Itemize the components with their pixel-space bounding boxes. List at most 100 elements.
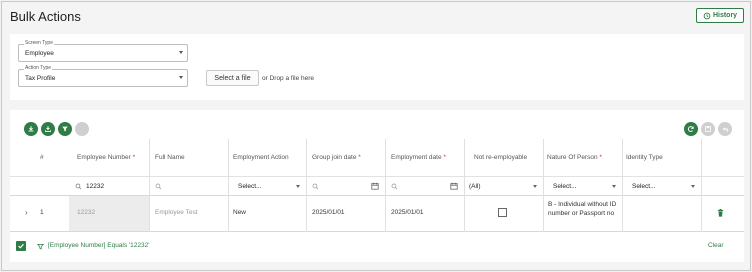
history-button[interactable]: History [696, 8, 744, 23]
calendar-icon[interactable] [371, 182, 379, 190]
column-header-employment-action[interactable]: Employment Action [233, 139, 289, 176]
calendar-icon[interactable] [450, 182, 458, 190]
column-divider [464, 139, 465, 232]
undo-icon [722, 127, 729, 132]
expand-row-icon[interactable]: › [25, 196, 28, 231]
column-label: Group join date [312, 154, 357, 161]
filter-enabled-checkbox[interactable] [16, 241, 26, 251]
row-index: 1 [40, 209, 44, 216]
column-divider [543, 139, 544, 232]
column-divider [306, 139, 307, 232]
full-name-filter[interactable] [149, 177, 228, 195]
column-header-index[interactable]: # [40, 139, 44, 176]
upload-panel: Screen Type Employee Action Type Tax Pro… [10, 34, 744, 100]
clear-filter-link[interactable]: Clear [708, 242, 724, 249]
save-icon [705, 126, 711, 132]
column-header-identity-type[interactable]: Identity Type [626, 139, 663, 176]
chevron-down-icon [533, 185, 537, 188]
search-icon [155, 183, 162, 189]
search-icon [75, 183, 82, 189]
column-header-nature-of-person[interactable]: Nature Of Person * [547, 139, 602, 176]
employee-number-filter-value: 12232 [86, 182, 105, 190]
employee-number-cell: 12232 [69, 196, 149, 231]
employment-date-filter[interactable] [385, 177, 464, 195]
delete-row-button[interactable] [700, 196, 740, 231]
required-marker: * [358, 154, 361, 161]
screen-type-select[interactable]: Screen Type Employee [18, 40, 188, 62]
nature-of-person-filter-value: Select... [553, 182, 577, 190]
required-marker: * [443, 154, 446, 161]
required-marker: * [132, 154, 136, 161]
employment-action-cell[interactable]: New [233, 196, 246, 231]
grid-filter-row: 12232 Select... (All) Select... Select..… [10, 177, 744, 196]
column-label: Employee Number [77, 154, 131, 161]
column-header-not-reemployable[interactable]: Not re-employable [474, 139, 527, 176]
nature-of-person-filter[interactable]: Select... [543, 177, 622, 195]
employment-action-filter[interactable]: Select... [228, 177, 306, 195]
search-icon [312, 183, 319, 189]
refresh-button[interactable] [684, 122, 698, 136]
chevron-down-icon [612, 185, 616, 188]
download-icon [28, 126, 34, 132]
filter-expression[interactable]: [Employee Number] Equals '12232' [48, 242, 149, 249]
save-button[interactable] [701, 122, 715, 136]
action-type-label: Action Type [24, 65, 53, 71]
history-icon [703, 12, 711, 19]
grid-toolbar-right [684, 122, 732, 136]
drop-zone-text[interactable]: or Drop a file here [262, 75, 314, 82]
refresh-icon [687, 126, 694, 132]
table-row[interactable]: › 1 12232 Employee Test New 2025/01/01 2… [10, 196, 744, 232]
chevron-down-icon [296, 185, 300, 188]
trash-icon [717, 209, 724, 217]
column-header-group-join-date[interactable]: Group join date * [312, 139, 361, 176]
chevron-down-icon [179, 76, 183, 79]
filter-button[interactable] [58, 122, 72, 136]
group-join-date-filter[interactable] [306, 177, 385, 195]
column-header-employment-date[interactable]: Employment date * [391, 139, 446, 176]
page-title: Bulk Actions [10, 9, 81, 24]
undo-button[interactable] [718, 122, 732, 136]
column-divider [228, 139, 229, 232]
column-divider [622, 139, 623, 232]
data-grid: # Employee Number * Full Name Employment… [10, 139, 744, 232]
download-button[interactable] [24, 122, 38, 136]
column-divider [701, 139, 702, 232]
checkmark-icon [18, 243, 24, 249]
identity-type-filter[interactable]: Select... [622, 177, 701, 195]
column-label: Employment date [391, 154, 442, 161]
group-join-date-cell[interactable]: 2025/01/01 [312, 196, 345, 231]
employment-action-filter-value: Select... [238, 182, 262, 190]
history-label: History [712, 12, 738, 19]
screen-type-value: Employee [25, 50, 54, 57]
full-name-cell: Employee Test [155, 209, 198, 216]
search-icon [391, 183, 398, 189]
employee-number-filter[interactable]: 12232 [69, 177, 149, 195]
page-header: Bulk Actions History [2, 2, 750, 34]
identity-type-filter-value: Select... [632, 182, 656, 190]
column-divider [149, 139, 150, 232]
filter-icon [62, 126, 68, 132]
chevron-down-icon [179, 51, 183, 54]
filter-summary-bar: [Employee Number] Equals '12232' Clear [2, 241, 736, 255]
disabled-button [75, 122, 89, 136]
required-marker: * [599, 154, 602, 161]
action-type-select[interactable]: Action Type Tax Profile [18, 65, 188, 87]
action-type-value: Tax Profile [25, 75, 56, 82]
nature-of-person-cell[interactable]: B - Individual without ID number or Pass… [548, 196, 618, 231]
not-reemployable-filter-value: (All) [469, 182, 481, 190]
not-reemployable-filter[interactable]: (All) [464, 177, 543, 195]
grid-toolbar-left [24, 122, 89, 136]
column-label: Nature Of Person [547, 154, 598, 161]
not-reemployable-checkbox[interactable] [498, 208, 507, 217]
download-alt-icon [45, 126, 51, 132]
select-file-button[interactable]: Select a file [206, 70, 259, 86]
column-header-full-name[interactable]: Full Name [155, 139, 185, 176]
grid-header-row: # Employee Number * Full Name Employment… [10, 139, 744, 177]
column-header-employee-number[interactable]: Employee Number * [77, 139, 135, 176]
filter-icon [37, 244, 44, 250]
data-grid-card: # Employee Number * Full Name Employment… [10, 110, 744, 262]
employment-date-cell[interactable]: 2025/01/01 [391, 196, 424, 231]
column-divider [385, 139, 386, 232]
app-frame: Bulk Actions History Screen Type Employe… [1, 1, 751, 271]
download-alt-button[interactable] [41, 122, 55, 136]
